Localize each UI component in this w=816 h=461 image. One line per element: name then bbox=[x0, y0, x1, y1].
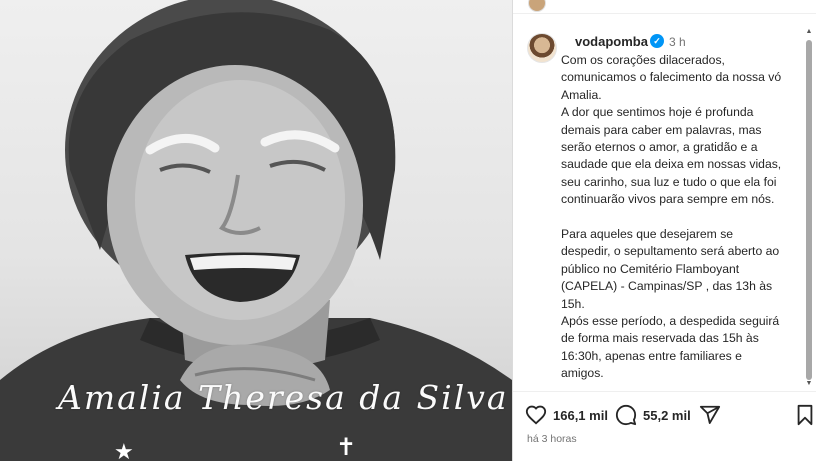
caption-paragraph: Após esse período, a despedida seguirá d… bbox=[561, 314, 780, 381]
post-caption: Com os corações dilacerados, comunicamos… bbox=[561, 52, 783, 382]
caption-paragraph: Para aqueles que desejarem se despedir, … bbox=[561, 227, 780, 311]
author-username[interactable]: vodapomba bbox=[575, 34, 648, 49]
like-count: 166,1 mil bbox=[553, 407, 608, 423]
scroll-up-icon[interactable]: ▲ bbox=[805, 28, 813, 36]
heart-icon bbox=[525, 405, 547, 425]
header-strip bbox=[513, 0, 816, 14]
post-image[interactable]: Amalia Theresa da Silva ★ ✝ bbox=[0, 0, 512, 461]
comment-button[interactable]: 55,2 mil bbox=[615, 403, 691, 427]
caption-paragraph: A dor que sentimos hoje é profunda demai… bbox=[561, 105, 782, 207]
like-button[interactable]: 166,1 mil bbox=[525, 403, 608, 427]
star-icon: ★ bbox=[114, 439, 134, 461]
author-avatar[interactable] bbox=[527, 33, 557, 63]
scroll-down-icon[interactable]: ▼ bbox=[805, 380, 813, 388]
verified-badge-icon: ✓ bbox=[650, 34, 664, 48]
actions-divider bbox=[513, 391, 816, 392]
paper-plane-icon bbox=[699, 405, 721, 424]
post-actions: 166,1 mil 55,2 mil bbox=[525, 403, 813, 427]
post-timestamp[interactable]: há 3 horas bbox=[527, 433, 577, 445]
save-button[interactable] bbox=[795, 403, 815, 427]
share-button[interactable] bbox=[699, 403, 721, 427]
post-sidebar: vodapomba ✓ 3 h Com os corações dilacera… bbox=[513, 0, 816, 461]
comment-count: 55,2 mil bbox=[643, 407, 691, 423]
memorial-name-signature: Amalia Theresa da Silva bbox=[58, 378, 509, 417]
caption-paragraph: Com os corações dilacerados, comunicamos… bbox=[561, 53, 782, 102]
cross-icon: ✝ bbox=[336, 434, 357, 461]
post-time[interactable]: 3 h bbox=[669, 35, 686, 49]
caption-scrollbar[interactable]: ▲ ▼ bbox=[805, 28, 813, 388]
comment-bubble-icon bbox=[615, 404, 637, 426]
bookmark-icon bbox=[797, 404, 813, 426]
header-avatar[interactable] bbox=[528, 0, 546, 12]
scroll-thumb[interactable] bbox=[806, 40, 812, 380]
